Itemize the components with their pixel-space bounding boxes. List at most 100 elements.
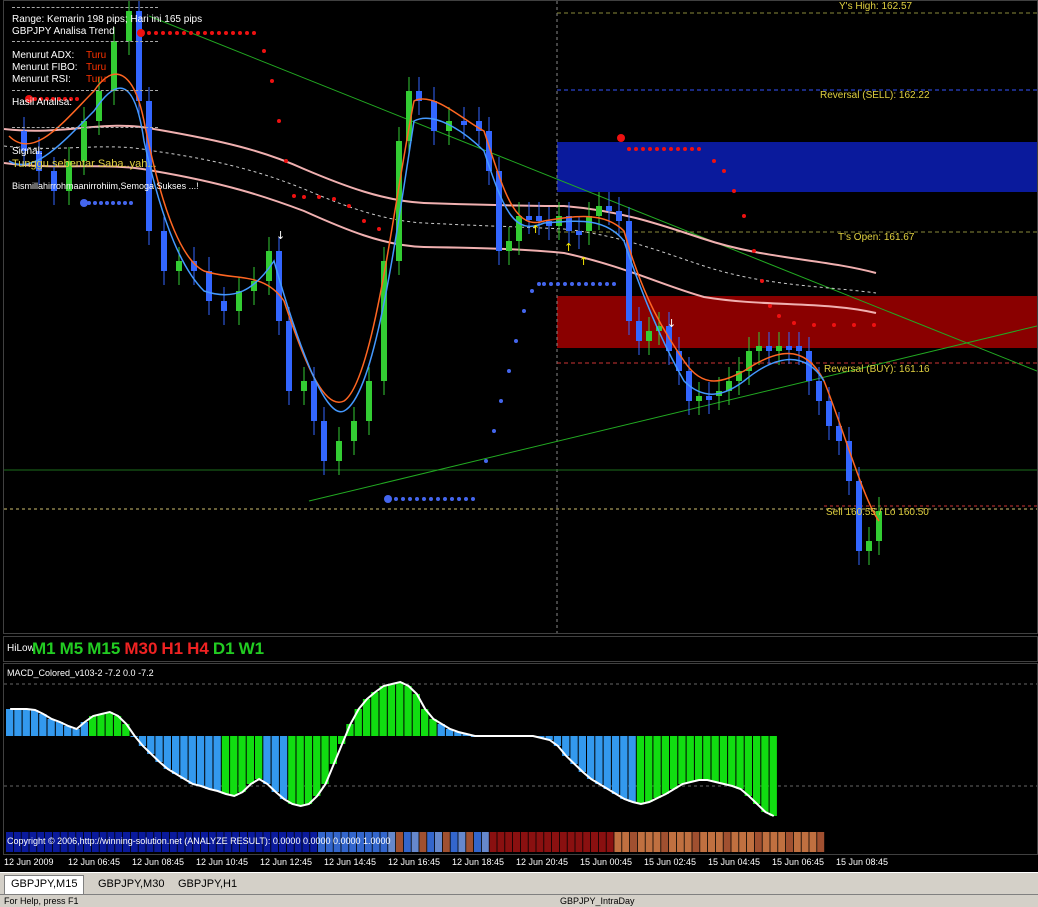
analyze-cell xyxy=(809,832,817,852)
macd-bar xyxy=(172,736,180,774)
macd-bar xyxy=(396,682,404,736)
macd-bar xyxy=(711,736,719,782)
sar-dot xyxy=(182,31,186,35)
analyze-cell xyxy=(552,832,559,852)
candle-body xyxy=(826,401,832,426)
candle-body xyxy=(206,271,212,301)
candle-body xyxy=(351,421,357,441)
sar-dot xyxy=(384,495,392,503)
candle-body xyxy=(236,291,242,311)
candle-body xyxy=(576,231,582,235)
sar-dot xyxy=(752,249,756,253)
sar-dot xyxy=(507,369,511,373)
sar-dot xyxy=(123,201,127,205)
analyze-cell xyxy=(700,832,708,852)
candle-body xyxy=(536,216,542,221)
candle-body xyxy=(596,206,602,216)
sar-dot xyxy=(429,497,433,501)
analyze-cell xyxy=(653,832,661,852)
macd-bar xyxy=(719,736,728,784)
ys-high-label: Y's High: 162.57 xyxy=(839,1,913,12)
macd-bar xyxy=(180,736,188,779)
analyze-cell xyxy=(801,832,809,852)
price-chart-panel[interactable]: ↓ ↓ ↑ ↑ ↑ Range: Kemarin 198 pips; Hari … xyxy=(3,0,1038,634)
time-tick: 12 Jun 18:45 xyxy=(452,857,505,867)
macd-bar xyxy=(288,736,296,804)
analyze-cell xyxy=(403,832,411,852)
sar-dot xyxy=(832,323,836,327)
candle-body xyxy=(796,346,802,351)
analyze-cell xyxy=(747,832,754,852)
sar-dot xyxy=(401,497,405,501)
macd-bar xyxy=(645,736,653,802)
candle-body xyxy=(586,216,592,231)
time-tick: 15 Jun 00:45 xyxy=(580,857,633,867)
sar-dot xyxy=(570,282,574,286)
reversal-buy-label: Reversal (BUY): 161.16 xyxy=(824,364,930,375)
analyze-cell xyxy=(770,832,778,852)
time-tick: 12 Jun 2009 xyxy=(4,857,54,867)
candlesticks xyxy=(21,1,882,565)
sar-dot xyxy=(792,321,796,325)
sar-dot xyxy=(277,119,281,123)
candle-body xyxy=(516,216,522,241)
candle-body xyxy=(866,541,872,551)
analyze-cell xyxy=(513,832,520,852)
sar-dot xyxy=(436,497,440,501)
sar-dot xyxy=(760,279,764,283)
macd-bar xyxy=(694,736,703,780)
sar-dot xyxy=(542,282,546,286)
analyze-cell xyxy=(606,832,614,852)
sar-dot xyxy=(641,147,645,151)
macd-bar xyxy=(22,709,30,736)
tab-gbpjpy-h1[interactable]: GBPJPY,H1 xyxy=(172,876,243,893)
sar-dot xyxy=(712,159,716,163)
timeframe-d1: D1 xyxy=(212,639,235,658)
adx-label: Menurut ADX: xyxy=(12,50,75,61)
sar-dot xyxy=(252,31,256,35)
macd-bar xyxy=(196,736,205,786)
analyze-cell xyxy=(856,832,864,852)
macd-panel[interactable]: MACD_Colored_v103-2 -7.2 0.0 -7.2 Copyri… xyxy=(3,663,1038,855)
status-profile: GBPJPY_IntraDay xyxy=(560,896,635,906)
analyze-cell xyxy=(427,832,435,852)
sar-dot xyxy=(292,194,296,198)
sar-dot xyxy=(852,323,856,327)
sar-dot xyxy=(598,282,602,286)
tab-gbpjpy-m30[interactable]: GBPJPY,M30 xyxy=(92,876,170,893)
status-bar: For Help, press F1 GBPJPY_IntraDay xyxy=(0,894,1038,907)
sar-dot xyxy=(617,134,625,142)
sar-dot xyxy=(161,31,165,35)
macd-copyright: Copyright © 2006,http://winning-solution… xyxy=(7,836,391,846)
candle-body xyxy=(766,346,772,351)
analyze-cell xyxy=(793,832,801,852)
macd-bar xyxy=(47,719,55,736)
analyze-cell xyxy=(786,832,793,852)
analyze-cell xyxy=(825,832,832,852)
analyze-cell xyxy=(583,832,591,852)
sar-dot xyxy=(514,339,518,343)
macd-bar xyxy=(246,736,254,784)
signal-label: Signal: xyxy=(12,146,43,157)
macd-bar xyxy=(636,736,645,804)
sar-dot xyxy=(415,497,419,501)
sar-dot xyxy=(137,29,145,37)
tab-gbpjpy-m15[interactable]: GBPJPY,M15 xyxy=(4,875,85,895)
analyze-cell xyxy=(715,832,723,852)
sar-dot xyxy=(634,147,638,151)
analyze-cell xyxy=(692,832,700,852)
hilow-panel[interactable]: HiLow M1 M5 M15 M30 H1 H4 D1 W1 xyxy=(3,636,1038,662)
macd-bar xyxy=(39,714,47,736)
analyze-cell xyxy=(528,832,536,852)
sar-dot xyxy=(522,309,526,313)
macd-histogram[interactable] xyxy=(4,664,1037,854)
time-tick: 15 Jun 08:45 xyxy=(836,857,889,867)
fast-ma-blue xyxy=(8,87,825,413)
analyze-cell xyxy=(559,832,567,852)
time-tick: 15 Jun 04:45 xyxy=(708,857,761,867)
uptrend-line xyxy=(308,325,1037,502)
sar-dot xyxy=(591,282,595,286)
adx-value: Turu xyxy=(86,50,107,61)
sar-dot xyxy=(605,282,609,286)
sar-dot xyxy=(284,159,288,163)
